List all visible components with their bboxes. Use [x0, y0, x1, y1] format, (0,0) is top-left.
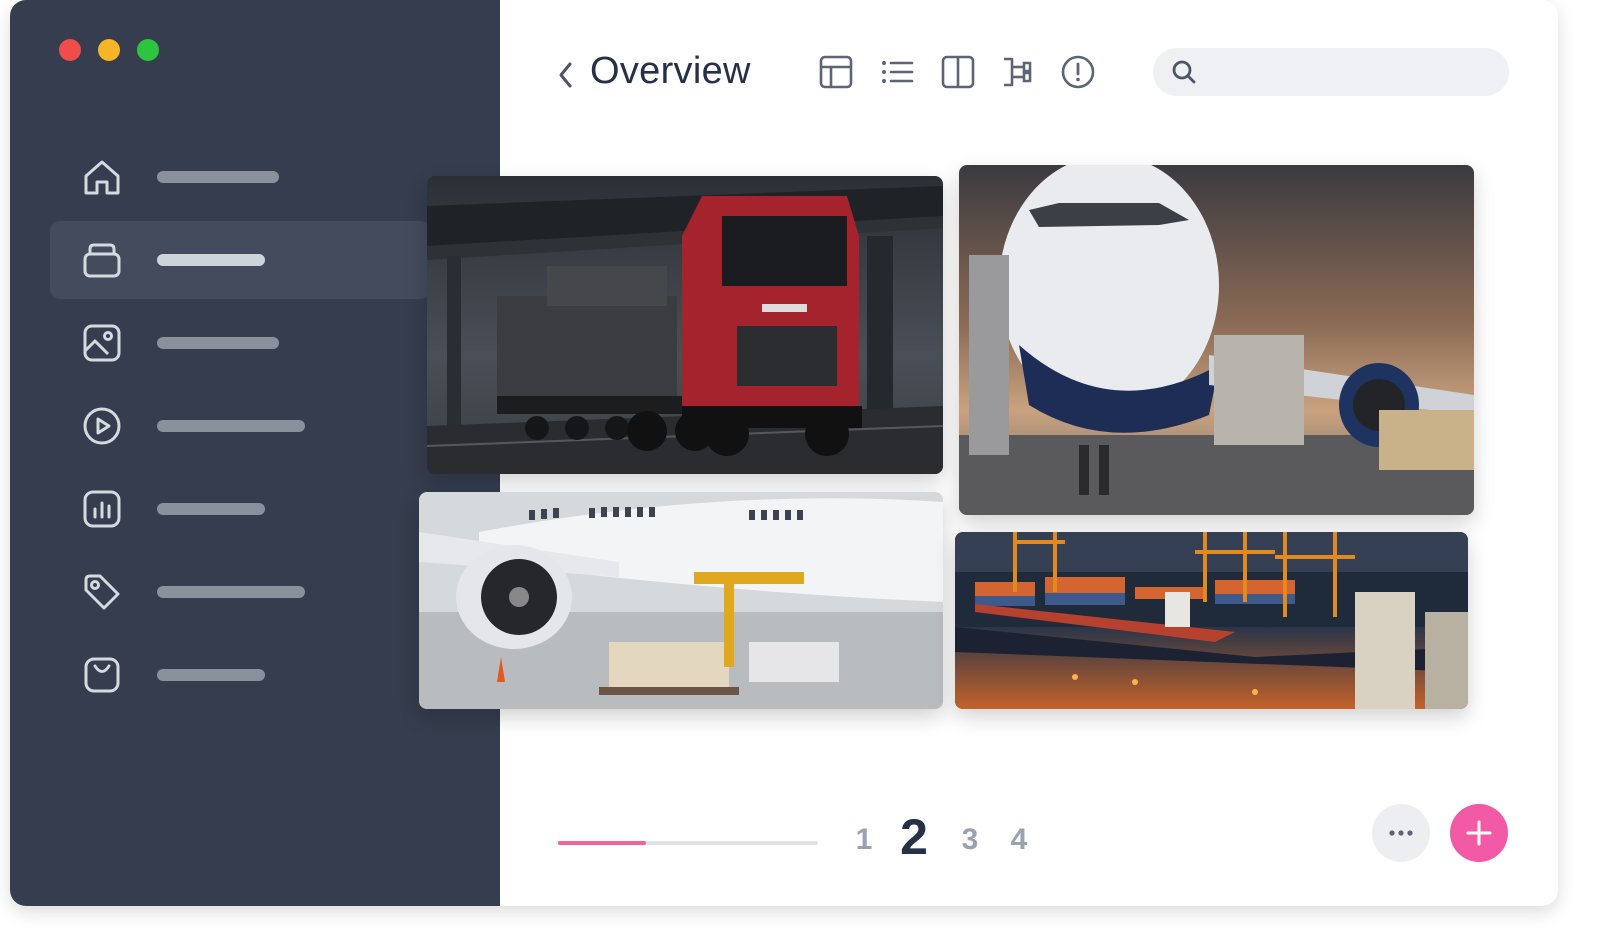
photo-red-truck[interactable]: [427, 176, 943, 474]
sidebar-item-label: [157, 337, 279, 349]
photo-plane-loading[interactable]: [419, 492, 943, 709]
play-circle-icon: [83, 407, 121, 445]
sidebar-item-label: [157, 503, 265, 515]
more-button[interactable]: [1372, 804, 1430, 862]
plus-icon: [1466, 820, 1492, 846]
list-icon[interactable]: [879, 54, 915, 90]
home-icon: [84, 160, 120, 195]
shopping-bag-icon: [84, 657, 120, 693]
box-icon: [83, 243, 121, 278]
port-image: [955, 532, 1468, 709]
photo-cargo-plane-front[interactable]: [959, 165, 1474, 515]
search-box[interactable]: [1153, 48, 1509, 98]
sidebar-item-label: [157, 254, 265, 266]
page-1[interactable]: 1: [844, 823, 884, 857]
sidebar-item-home[interactable]: [50, 138, 430, 216]
sidebar-item-label: [157, 420, 305, 432]
page-2-current[interactable]: 2: [894, 808, 934, 866]
search-icon: [1172, 60, 1196, 84]
tree-icon[interactable]: [1000, 54, 1036, 90]
sidebar-item-shop[interactable]: [50, 636, 430, 714]
sidebar-item-label: [157, 171, 279, 183]
sidebar-item-box[interactable]: [50, 221, 430, 299]
more-icon: [1389, 830, 1413, 836]
columns-icon[interactable]: [940, 54, 976, 90]
app-window: Overview 1 2 3 4: [10, 0, 1558, 906]
minimize-window-button[interactable]: [98, 39, 120, 61]
image-icon: [83, 324, 121, 362]
sidebar-item-video[interactable]: [50, 387, 430, 465]
alert-icon[interactable]: [1060, 54, 1096, 90]
photo-container-port[interactable]: [955, 532, 1468, 709]
add-button[interactable]: [1450, 804, 1508, 862]
progress-bar: [558, 841, 818, 845]
sidebar-item-tags[interactable]: [50, 553, 430, 631]
tag-icon: [84, 574, 120, 610]
search-input[interactable]: [1211, 48, 1495, 98]
sidebar-item-label: [157, 669, 265, 681]
sidebar-item-stats[interactable]: [50, 470, 430, 548]
back-chevron-icon[interactable]: [555, 58, 577, 92]
plane-side-image: [419, 492, 943, 709]
page-3[interactable]: 3: [950, 823, 990, 857]
maximize-window-button[interactable]: [137, 39, 159, 61]
table-icon[interactable]: [818, 54, 854, 90]
sidebar-item-label: [157, 586, 305, 598]
page-4[interactable]: 4: [999, 823, 1039, 857]
plane-front-image: [959, 165, 1474, 515]
page-title: Overview: [590, 50, 751, 92]
bar-chart-icon: [83, 490, 121, 528]
truck-image: [427, 176, 943, 474]
sidebar-item-image[interactable]: [50, 304, 430, 382]
close-window-button[interactable]: [59, 39, 81, 61]
progress-fill: [558, 841, 647, 845]
